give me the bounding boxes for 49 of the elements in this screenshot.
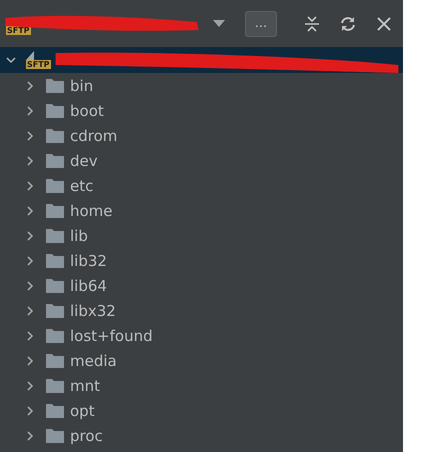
- folder-row[interactable]: cdrom: [0, 123, 403, 148]
- folder-row[interactable]: lost+found: [0, 323, 403, 348]
- folder-row[interactable]: mnt: [0, 373, 403, 398]
- folder-label: mnt: [70, 376, 100, 394]
- folder-icon: [46, 153, 64, 168]
- folder-icon: [46, 278, 64, 293]
- folder-row[interactable]: bin: [0, 73, 403, 98]
- folder-label: opt: [70, 402, 95, 420]
- folder-row[interactable]: libx32: [0, 298, 403, 323]
- folder-label: lib: [70, 226, 88, 244]
- folder-label: lost+found: [70, 326, 153, 344]
- folder-row[interactable]: proc: [0, 423, 403, 448]
- folder-label: media: [70, 352, 117, 370]
- folder-icon: [46, 403, 64, 418]
- folder-label: bin: [70, 76, 94, 94]
- folder-row[interactable]: dev: [0, 148, 403, 173]
- folder-label: libx32: [70, 302, 116, 320]
- folder-icon: [46, 328, 64, 343]
- folder-label: lib32: [70, 252, 107, 270]
- server-row[interactable]: SFTP: [0, 47, 403, 73]
- folder-label: proc: [70, 426, 103, 444]
- folder-row[interactable]: etc: [0, 173, 403, 198]
- folder-label: boot: [70, 102, 104, 120]
- folder-row[interactable]: lib: [0, 223, 403, 248]
- folder-label: etc: [70, 176, 94, 194]
- folder-row[interactable]: lib64: [0, 273, 403, 298]
- folder-icon: [46, 253, 64, 268]
- folder-row[interactable]: opt: [0, 398, 403, 423]
- folder-icon: [46, 103, 64, 118]
- folder-icon: [46, 428, 64, 443]
- dropdown-arrow-icon[interactable]: [213, 20, 225, 28]
- folder-label: lib64: [70, 276, 107, 294]
- folder-icon: [46, 378, 64, 393]
- folder-row[interactable]: media: [0, 348, 403, 373]
- folder-icon: [46, 228, 64, 243]
- folder-icon: [46, 353, 64, 368]
- folder-icon: [46, 178, 64, 193]
- folder-icon: [46, 128, 64, 143]
- folder-row[interactable]: boot: [0, 98, 403, 123]
- folder-icon: [46, 78, 64, 93]
- folder-label: home: [70, 202, 113, 220]
- sftp-badge: SFTP: [26, 60, 51, 69]
- folder-label: dev: [70, 152, 98, 170]
- more-button[interactable]: ...: [245, 10, 277, 36]
- folder-row[interactable]: home: [0, 198, 403, 223]
- folder-icon: [46, 203, 64, 218]
- folder-row[interactable]: lib32: [0, 248, 403, 273]
- folder-icon: [46, 303, 64, 318]
- folder-label: cdrom: [70, 126, 118, 144]
